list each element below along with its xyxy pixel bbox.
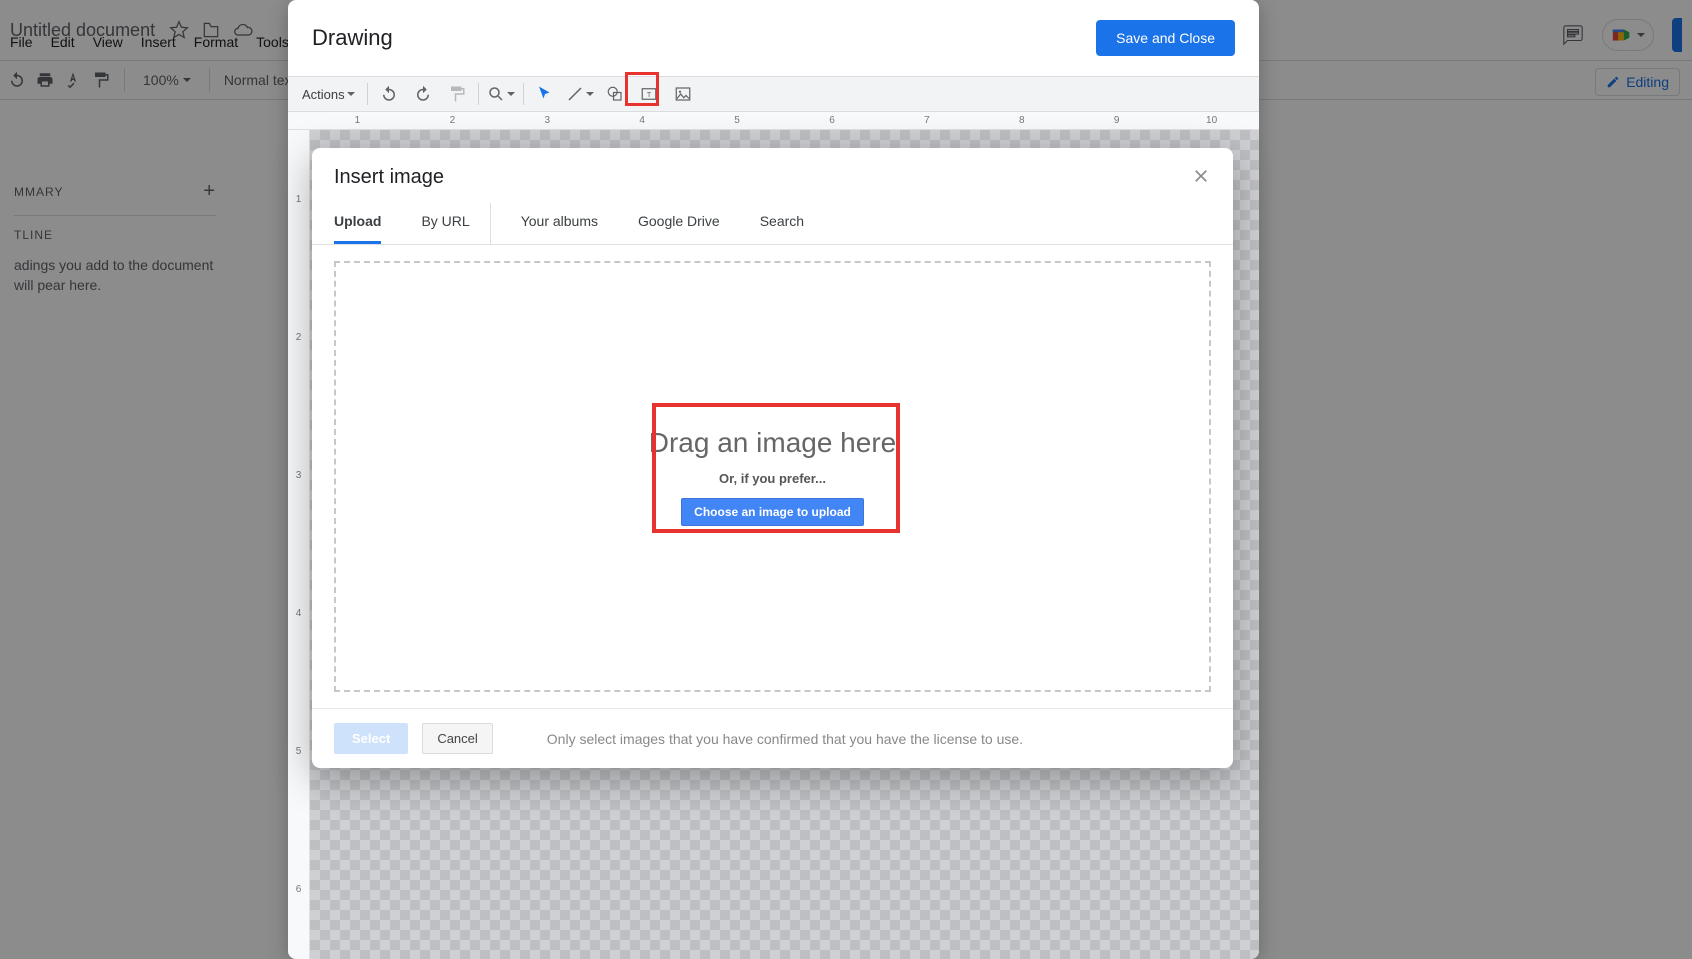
dropzone-or-text: Or, if you prefer... [719,471,826,486]
drawing-header: Drawing Save and Close [288,0,1259,76]
ruler-tick: 5 [690,115,785,126]
close-icon[interactable] [1191,166,1211,186]
paint-format-icon [448,85,466,103]
ruler-tick: 10 [1164,115,1259,126]
select-tool[interactable] [532,81,558,107]
toolbar-separator [523,83,524,105]
cursor-icon [536,85,554,103]
ruler-tick: 3 [500,115,595,126]
tab-upload[interactable]: Upload [334,203,381,244]
undo-button[interactable] [376,81,402,107]
ruler-tick: 1 [288,130,309,268]
tab-your-albums[interactable]: Your albums [521,203,598,244]
ruler-tick: 6 [288,821,309,959]
insert-image-dialog: Insert image Upload By URL Your albums G… [312,148,1233,768]
redo-icon [414,85,432,103]
insert-image-tabs: Upload By URL Your albums Google Drive S… [312,189,1233,245]
horizontal-ruler: 1 2 3 4 5 6 7 8 9 10 [288,112,1259,130]
caret-down-icon [347,92,355,96]
ruler-tick: 6 [785,115,880,126]
image-tool[interactable] [670,81,696,107]
actions-menu[interactable]: Actions [298,87,359,102]
tab-by-url[interactable]: By URL [421,203,469,244]
text-box-icon: T [640,85,658,103]
ruler-tick: 2 [288,268,309,406]
ruler-tick: 4 [595,115,690,126]
drawing-title: Drawing [312,25,393,51]
drawing-toolbar: Actions T [288,76,1259,112]
caret-down-icon [507,92,515,96]
insert-image-body: Drag an image here Or, if you prefer... … [312,245,1233,708]
tab-search[interactable]: Search [760,203,804,244]
toolbar-separator [367,83,368,105]
dropzone-title: Drag an image here [649,427,896,459]
choose-image-button[interactable]: Choose an image to upload [681,498,864,526]
redo-button[interactable] [410,81,436,107]
shape-tool[interactable] [602,81,628,107]
ruler-tick: 1 [310,115,405,126]
vertical-ruler: 1 2 3 4 5 6 [288,130,310,959]
cancel-button[interactable]: Cancel [422,723,492,754]
ruler-tick: 3 [288,406,309,544]
ruler-tick: 2 [405,115,500,126]
upload-dropzone[interactable]: Drag an image here Or, if you prefer... … [334,261,1211,692]
ruler-tick: 7 [879,115,974,126]
caret-down-icon [586,92,594,96]
license-note: Only select images that you have confirm… [547,731,1023,747]
toolbar-separator [478,83,479,105]
line-icon [566,85,584,103]
ruler-tick: 8 [974,115,1069,126]
insert-image-title: Insert image [334,166,444,189]
undo-icon [380,85,398,103]
ruler-tick: 5 [288,683,309,821]
ruler-tick: 4 [288,545,309,683]
select-button[interactable]: Select [334,723,408,754]
text-box-tool[interactable]: T [636,81,662,107]
line-tool[interactable] [566,85,594,103]
actions-label: Actions [302,87,345,102]
shape-icon [606,85,624,103]
paint-format-button[interactable] [444,81,470,107]
tab-separator [490,203,491,244]
insert-image-header: Insert image [312,148,1233,189]
zoom-icon [487,85,505,103]
zoom-tool[interactable] [487,85,515,103]
save-and-close-button[interactable]: Save and Close [1096,20,1235,56]
svg-text:T: T [646,90,651,99]
insert-image-footer: Select Cancel Only select images that yo… [312,708,1233,768]
tab-google-drive[interactable]: Google Drive [638,203,720,244]
image-icon [674,85,692,103]
ruler-tick: 9 [1069,115,1164,126]
